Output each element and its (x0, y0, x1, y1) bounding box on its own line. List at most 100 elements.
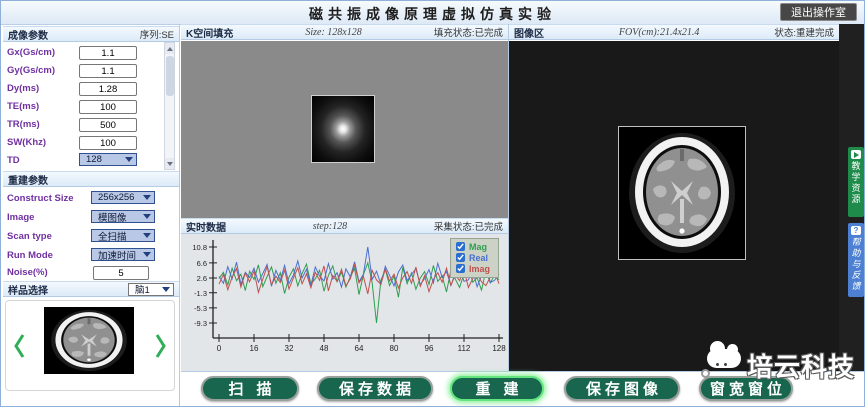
page-title: 磁共振成像原理虚拟仿真实验 (1, 4, 864, 24)
chart-legend: Mag Real Imag (450, 238, 499, 278)
triangle-down-icon (167, 162, 173, 166)
recon-params-header: 重建参数 (3, 171, 179, 187)
param-row-sw: SW(Khz) (1, 135, 177, 151)
te-input[interactable] (79, 100, 137, 114)
param-row-td: TD 128 (1, 153, 177, 169)
x-tick-label: 128 (492, 344, 506, 353)
gy-label: Gy(Gs/cm) (7, 63, 55, 78)
sw-label: SW(Khz) (7, 135, 46, 150)
recon-row-size: Construct Size 256x256 (1, 191, 177, 207)
sample-select-title: 样品选择 (8, 282, 48, 297)
image-area-status: 状态:重建完成 (774, 25, 834, 39)
legend-item-imag: Imag (456, 263, 490, 274)
tab-teaching-resources[interactable]: 教学资源 (848, 147, 864, 217)
image-type-label: Image (7, 210, 34, 225)
window-level-button[interactable]: 窗宽窗位 (699, 376, 793, 401)
dy-input[interactable] (79, 82, 137, 96)
window-level-button-label: 窗宽窗位 (710, 382, 786, 398)
imaging-params-header: 成像参数 序列:SE (3, 26, 179, 42)
realtime-title: 实时数据 (186, 219, 226, 234)
scrollbar-thumb[interactable] (166, 56, 174, 96)
scan-button-label: 扫描 (228, 382, 284, 398)
save-data-button[interactable]: 保存数据 (317, 376, 433, 401)
chevron-down-icon (125, 157, 133, 162)
scroll-up-button[interactable] (165, 43, 174, 54)
recon-row-noise: Noise(%) (1, 265, 177, 281)
kspace-viewport (181, 41, 508, 218)
reconstruct-button-label: 重建 (475, 382, 531, 398)
param-row-gx: Gx(Gs/cm) (1, 45, 177, 61)
dy-label: Dy(ms) (7, 81, 39, 96)
save-image-button[interactable]: 保存图像 (564, 376, 680, 401)
scroll-down-button[interactable] (165, 158, 174, 169)
next-sample-button[interactable] (154, 331, 168, 361)
image-type-select[interactable]: 模图像 (91, 210, 155, 223)
y-tick-label: -5.3 (194, 304, 207, 313)
legend-checkbox-mag[interactable] (456, 242, 465, 251)
image-type-value: 模图像 (98, 210, 127, 224)
scan-button[interactable]: 扫描 (201, 376, 299, 401)
scan-type-value: 全扫描 (98, 229, 127, 243)
chevron-down-icon (143, 233, 151, 238)
tab-help-feedback-label: 帮助与反馈 (850, 237, 863, 292)
recon-row-runmode: Run Mode 加速时间 (1, 248, 177, 264)
sample-select-value: 脑1 (135, 282, 150, 296)
footer-divider (181, 371, 865, 372)
chevron-down-icon (143, 214, 151, 219)
feedback-icon: ? (851, 226, 861, 235)
imaging-scrollbar[interactable] (164, 42, 175, 170)
mri-sim-app: 磁共振成像原理虚拟仿真实验 退出操作室 成像参数 序列:SE Gx(Gs/cm)… (0, 0, 865, 407)
title-bar: 磁共振成像原理虚拟仿真实验 退出操作室 (1, 1, 864, 25)
tab-help-feedback[interactable]: ? 帮助与反馈 (848, 223, 864, 297)
td-select[interactable]: 128 (79, 153, 137, 166)
legend-checkbox-imag[interactable] (456, 264, 465, 273)
chevron-down-icon (162, 287, 170, 292)
run-mode-label: Run Mode (7, 248, 53, 263)
sidebar-divider (179, 24, 180, 406)
gx-input[interactable] (79, 46, 137, 60)
video-icon (851, 150, 861, 159)
legend-item-mag: Mag (456, 241, 490, 252)
exit-room-button[interactable]: 退出操作室 (780, 3, 857, 21)
legend-checkbox-real[interactable] (456, 253, 465, 262)
td-label: TD (7, 153, 20, 168)
image-viewport (509, 41, 839, 371)
chevron-down-icon (143, 195, 151, 200)
reconstruct-button[interactable]: 重建 (450, 376, 544, 401)
tr-input[interactable] (79, 118, 137, 132)
save-data-button-label: 保存数据 (339, 382, 415, 398)
gy-input[interactable] (79, 64, 137, 78)
noise-input[interactable] (93, 266, 149, 280)
sw-input[interactable] (79, 136, 137, 150)
scan-type-select[interactable]: 全扫描 (91, 229, 155, 242)
chevron-down-icon (143, 252, 151, 257)
image-area-header: 图像区 FOV(cm):21.4x21.4 状态:重建完成 (509, 24, 839, 40)
x-tick-label: 48 (320, 344, 329, 353)
construct-size-select[interactable]: 256x256 (91, 191, 155, 204)
triangle-up-icon (167, 47, 173, 51)
sample-select[interactable]: 脑1 (128, 283, 174, 296)
construct-size-label: Construct Size (7, 191, 74, 206)
param-row-gy: Gy(Gs/cm) (1, 63, 177, 79)
reconstructed-brain-image (619, 127, 745, 259)
legend-label-imag: Imag (469, 264, 490, 274)
sample-select-header: 样品选择 脑1 (3, 281, 179, 297)
tab-teaching-resources-label: 教学资源 (850, 161, 863, 205)
save-image-button-label: 保存图像 (586, 382, 662, 398)
x-tick-label: 96 (425, 344, 434, 353)
image-area-title: 图像区 (514, 25, 544, 40)
prev-sample-button[interactable] (12, 331, 26, 361)
y-tick-label: -9.3 (194, 319, 207, 328)
run-mode-select[interactable]: 加速时间 (91, 248, 155, 261)
x-tick-label: 64 (355, 344, 364, 353)
te-label: TE(ms) (7, 99, 39, 114)
kspace-size: Size: 128x128 (305, 27, 361, 38)
run-mode-value: 加速时间 (98, 248, 136, 262)
x-tick-label: 80 (390, 344, 399, 353)
sample-carousel (5, 300, 175, 391)
scan-type-label: Scan type (7, 229, 52, 244)
tr-label: TR(ms) (7, 117, 40, 132)
construct-size-value: 256x256 (98, 192, 134, 203)
y-tick-label: 6.6 (197, 259, 207, 268)
kspace-title: K空间填充 (186, 25, 233, 40)
